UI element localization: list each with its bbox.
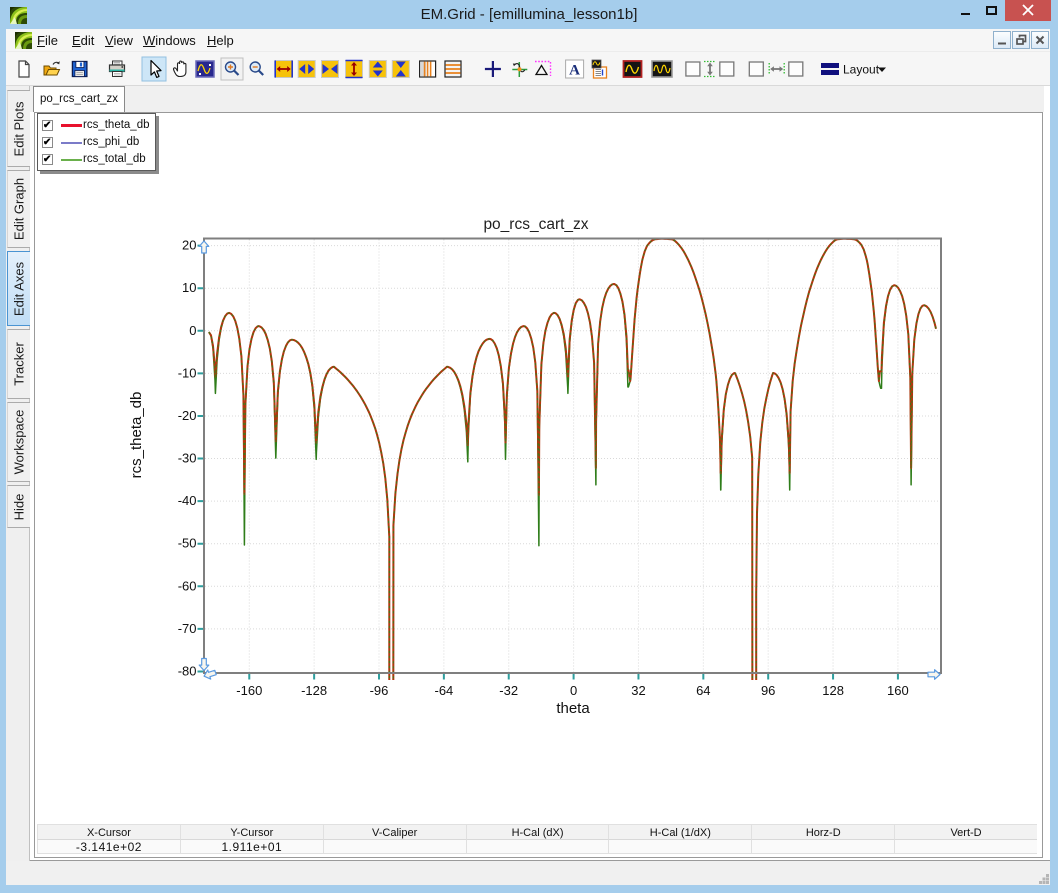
svg-text:-128: -128 (301, 683, 327, 698)
svg-text:96: 96 (761, 683, 775, 698)
svg-text:-160: -160 (236, 683, 262, 698)
svg-text:rcs_theta_db: rcs_theta_db (128, 392, 145, 479)
svg-text:-30: -30 (178, 451, 197, 466)
svg-text:10: 10 (182, 280, 196, 295)
svg-text:-10: -10 (178, 365, 197, 380)
svg-text:po_rcs_cart_zx: po_rcs_cart_zx (483, 216, 588, 233)
svg-text:128: 128 (822, 683, 844, 698)
svg-text:-50: -50 (178, 536, 197, 551)
svg-text:64: 64 (696, 683, 710, 698)
svg-text:0: 0 (189, 323, 196, 338)
svg-text:-70: -70 (178, 621, 197, 636)
svg-text:theta: theta (556, 700, 590, 717)
svg-text:-80: -80 (178, 663, 197, 678)
svg-text:-60: -60 (178, 578, 197, 593)
svg-text:-40: -40 (178, 493, 197, 508)
svg-text:160: 160 (887, 683, 909, 698)
svg-text:-20: -20 (178, 408, 197, 423)
svg-text:-96: -96 (370, 683, 389, 698)
svg-text:-32: -32 (499, 683, 518, 698)
svg-text:20: 20 (182, 238, 196, 253)
svg-text:-64: -64 (435, 683, 454, 698)
svg-text:32: 32 (631, 683, 645, 698)
svg-text:0: 0 (570, 683, 577, 698)
